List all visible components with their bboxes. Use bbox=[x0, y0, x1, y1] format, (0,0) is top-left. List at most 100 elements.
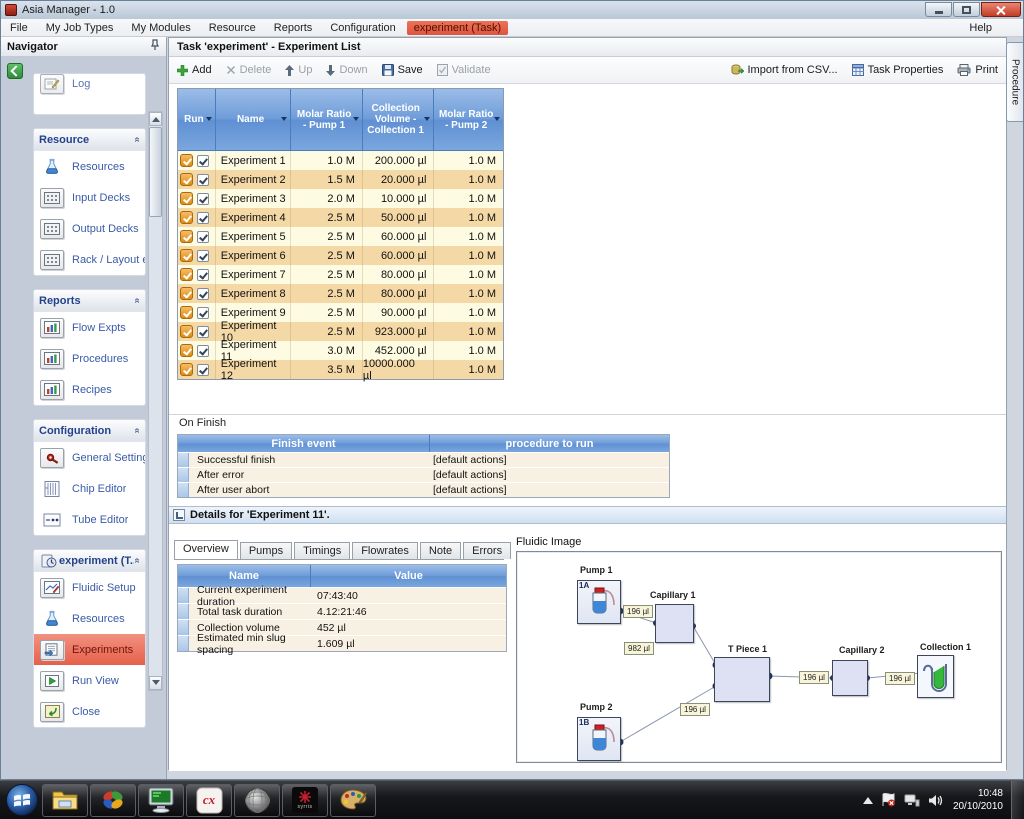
tab-flowrates[interactable]: Flowrates bbox=[352, 542, 418, 559]
column-header-molar-ratio-pump1[interactable]: Molar Ratio - Pump 1 bbox=[291, 89, 363, 151]
run-checkbox[interactable] bbox=[197, 174, 209, 186]
on-finish-row[interactable]: After user abort [default actions] bbox=[178, 482, 669, 497]
nav-group-header-configuration[interactable]: Configuration « bbox=[34, 420, 145, 442]
menu-item-resource[interactable]: Resource bbox=[200, 21, 265, 35]
tab-errors[interactable]: Errors bbox=[463, 542, 511, 559]
table-row[interactable]: Experiment 3 2.0 M 10.000 µl 1.0 M bbox=[178, 189, 503, 208]
taskbar-paint-button[interactable] bbox=[330, 784, 376, 817]
minimize-button[interactable] bbox=[925, 2, 952, 17]
sidebar-item-tube-editor[interactable]: Tube Editor bbox=[34, 504, 145, 535]
table-row[interactable]: Experiment 2 1.5 M 20.000 µl 1.0 M bbox=[178, 170, 503, 189]
collapse-chevron-icon[interactable]: « bbox=[132, 137, 143, 143]
run-checkbox[interactable] bbox=[197, 212, 209, 224]
run-checkbox[interactable] bbox=[197, 326, 209, 338]
table-row[interactable]: Experiment 8 2.5 M 80.000 µl 1.0 M bbox=[178, 284, 503, 303]
print-button[interactable]: Print bbox=[957, 64, 998, 76]
scroll-up-arrow[interactable] bbox=[149, 112, 162, 126]
save-button[interactable]: Save bbox=[382, 64, 423, 76]
close-button[interactable] bbox=[981, 2, 1021, 17]
sidebar-item-flow-expts[interactable]: Flow Expts bbox=[34, 312, 145, 343]
run-checkbox[interactable] bbox=[197, 364, 209, 376]
fluidic-node-pump2[interactable]: 1B bbox=[577, 717, 621, 761]
table-row[interactable]: Experiment 5 2.5 M 60.000 µl 1.0 M bbox=[178, 227, 503, 246]
sidebar-item-procedures[interactable]: Procedures bbox=[34, 343, 145, 374]
details-row[interactable]: Estimated min slug spacing 1.609 µl bbox=[178, 635, 506, 651]
details-row[interactable]: Total task duration 4.12:21:46 bbox=[178, 603, 506, 619]
menu-item-experiment-task[interactable]: experiment (Task) bbox=[407, 21, 508, 35]
show-desktop-button[interactable] bbox=[1011, 781, 1024, 819]
details-header-bar[interactable]: Details for 'Experiment 11'. bbox=[169, 506, 1006, 524]
down-button[interactable]: Down bbox=[326, 64, 367, 76]
taskbar-explorer-button[interactable] bbox=[42, 784, 88, 817]
volume-icon[interactable] bbox=[928, 794, 943, 807]
sidebar-item-general-settings[interactable]: General Settings bbox=[34, 442, 145, 473]
scroll-down-arrow[interactable] bbox=[149, 676, 162, 690]
nav-group-header-resource[interactable]: Resource « bbox=[34, 129, 145, 151]
on-finish-row[interactable]: Successful finish [default actions] bbox=[178, 452, 669, 467]
table-row[interactable]: Experiment 6 2.5 M 60.000 µl 1.0 M bbox=[178, 246, 503, 265]
procedure-tab[interactable]: Procedure bbox=[1006, 42, 1023, 122]
collapse-chevron-icon[interactable]: « bbox=[132, 558, 143, 564]
sidebar-item-experiments[interactable]: Experiments bbox=[34, 634, 145, 665]
column-header-value[interactable]: Value bbox=[311, 565, 506, 587]
sidebar-item-rack-layout-editor[interactable]: Rack / Layout edi... bbox=[34, 244, 145, 275]
sidebar-item-output-decks[interactable]: Output Decks bbox=[34, 213, 145, 244]
table-row[interactable]: Experiment 12 3.5 M 10000.000 µl 1.0 M bbox=[178, 360, 503, 379]
run-checkbox[interactable] bbox=[197, 250, 209, 262]
taskbar-globe-button[interactable] bbox=[234, 784, 280, 817]
table-row[interactable]: Experiment 1 1.0 M 200.000 µl 1.0 M bbox=[178, 151, 503, 170]
tab-pumps[interactable]: Pumps bbox=[240, 542, 292, 559]
details-row[interactable]: Current experiment duration 07:43:40 bbox=[178, 587, 506, 603]
collapse-chevron-icon[interactable]: « bbox=[132, 428, 143, 434]
column-header-collection-volume[interactable]: Collection Volume - Collection 1 bbox=[363, 89, 435, 151]
fluidic-node-tpiece1[interactable] bbox=[714, 657, 770, 702]
scrollbar-thumb[interactable] bbox=[149, 127, 162, 217]
table-row[interactable]: Experiment 7 2.5 M 80.000 µl 1.0 M bbox=[178, 265, 503, 284]
taskbar-cx-app-button[interactable]: cx bbox=[186, 784, 232, 817]
taskbar-app-pinwheel-button[interactable] bbox=[90, 784, 136, 817]
taskbar-syrris-button[interactable]: syrris bbox=[282, 784, 328, 817]
tray-expand-icon[interactable] bbox=[863, 797, 873, 804]
menu-item-my-job-types[interactable]: My Job Types bbox=[37, 21, 123, 35]
sidebar-item-input-decks[interactable]: Input Decks bbox=[34, 182, 145, 213]
pin-icon[interactable] bbox=[150, 39, 160, 54]
fluidic-node-capillary1[interactable] bbox=[655, 604, 694, 643]
menu-item-file[interactable]: File bbox=[1, 21, 37, 35]
table-row[interactable]: Experiment 4 2.5 M 50.000 µl 1.0 M bbox=[178, 208, 503, 227]
run-checkbox[interactable] bbox=[197, 231, 209, 243]
run-checkbox[interactable] bbox=[197, 345, 209, 357]
column-header-procedure-to-run[interactable]: procedure to run bbox=[430, 435, 669, 452]
maximize-button[interactable] bbox=[953, 2, 980, 17]
action-center-icon[interactable] bbox=[881, 793, 896, 807]
fluidic-node-capillary2[interactable] bbox=[832, 660, 868, 696]
column-header-name[interactable]: Name bbox=[216, 89, 292, 151]
collapse-chevron-icon[interactable]: « bbox=[132, 298, 143, 304]
task-properties-button[interactable]: Task Properties bbox=[852, 64, 944, 76]
sidebar-item-run-view[interactable]: Run View bbox=[34, 665, 145, 696]
nav-group-header-reports[interactable]: Reports « bbox=[34, 290, 145, 312]
clock[interactable]: 10:48 20/10/2010 bbox=[953, 787, 1003, 813]
run-checkbox[interactable] bbox=[197, 307, 209, 319]
collapse-details-icon[interactable] bbox=[173, 509, 185, 521]
up-button[interactable]: Up bbox=[285, 64, 312, 76]
sidebar-item-close[interactable]: Close bbox=[34, 696, 145, 727]
validate-button[interactable]: Validate bbox=[437, 64, 491, 76]
navigator-scrollbar[interactable] bbox=[148, 111, 163, 691]
sidebar-item-log[interactable]: Log bbox=[34, 73, 145, 99]
sidebar-item-fluidic-setup[interactable]: Fluidic Setup bbox=[34, 572, 145, 603]
sidebar-item-resources-task[interactable]: Resources bbox=[34, 603, 145, 634]
start-button[interactable] bbox=[3, 781, 41, 819]
column-header-molar-ratio-pump2[interactable]: Molar Ratio - Pump 2 bbox=[434, 89, 503, 151]
tab-note[interactable]: Note bbox=[420, 542, 461, 559]
menu-item-help[interactable]: Help bbox=[960, 21, 1001, 35]
run-checkbox[interactable] bbox=[197, 288, 209, 300]
network-icon[interactable] bbox=[904, 794, 920, 807]
add-button[interactable]: Add bbox=[177, 64, 212, 76]
fluidic-node-pump1[interactable]: 1A bbox=[577, 580, 621, 624]
menu-item-my-modules[interactable]: My Modules bbox=[122, 21, 199, 35]
column-header-finish-event[interactable]: Finish event bbox=[178, 435, 430, 452]
import-csv-button[interactable]: Import from CSV... bbox=[731, 64, 838, 76]
taskbar-console-button[interactable] bbox=[138, 784, 184, 817]
nav-group-header-experiment[interactable]: experiment (T... « bbox=[34, 550, 145, 572]
on-finish-row[interactable]: After error [default actions] bbox=[178, 467, 669, 482]
